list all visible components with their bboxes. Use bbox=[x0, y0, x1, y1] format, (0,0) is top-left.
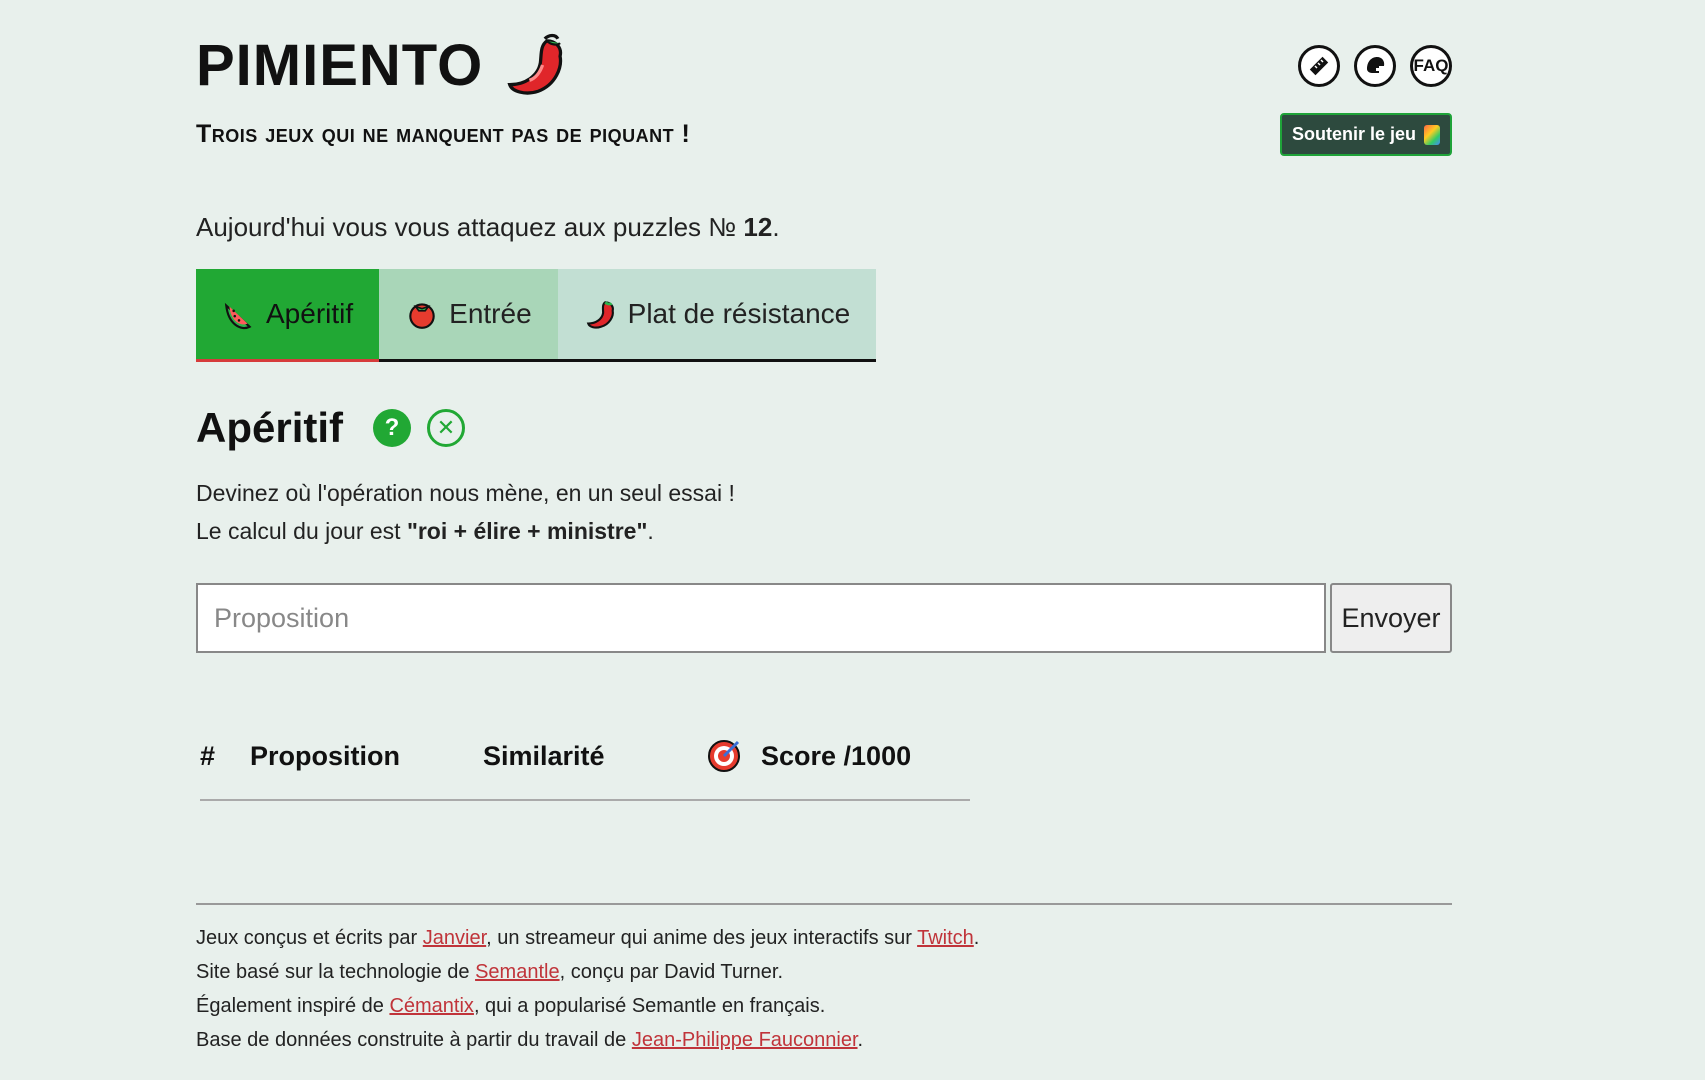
target-icon bbox=[706, 737, 742, 773]
help-icon[interactable]: ? bbox=[373, 409, 411, 447]
section-title: Apéritif ? ✕ bbox=[196, 404, 465, 452]
tab-plat[interactable]: Plat de résistance bbox=[557, 269, 877, 359]
intro-text: Aujourd'hui vous vous attaquez aux puzzl… bbox=[196, 212, 780, 243]
col-similarity: Similarité bbox=[483, 741, 605, 771]
footer-line-2: Site basé sur la technologie de Semantle… bbox=[196, 955, 1452, 989]
fauconnier-link[interactable]: Jean-Philippe Fauconnier bbox=[632, 1029, 858, 1051]
footer: Jeux conçus et écrits par Janvier, un st… bbox=[196, 903, 1452, 1057]
footer-line-1: Jeux conçus et écrits par Janvier, un st… bbox=[196, 921, 1452, 955]
intro-prefix: Aujourd'hui vous vous attaquez aux puzzl… bbox=[196, 212, 744, 242]
col-proposition: Proposition bbox=[250, 741, 400, 771]
semantle-link[interactable]: Semantle bbox=[475, 961, 560, 983]
footer-line-3: Également inspiré de Cémantix, qui a pop… bbox=[196, 989, 1452, 1023]
tab-entree[interactable]: Entrée bbox=[379, 269, 558, 359]
tab-entree-label: Entrée bbox=[449, 298, 532, 329]
footer-text: . bbox=[973, 927, 980, 949]
footer-line-4: Base de données construite à partir du t… bbox=[196, 1023, 1452, 1057]
janvier-link[interactable]: Janvier bbox=[423, 927, 486, 949]
tomato-icon bbox=[409, 303, 435, 329]
support-button[interactable]: Soutenir le jeu bbox=[1280, 113, 1452, 156]
footer-text: , conçu par David Turner. bbox=[559, 961, 784, 983]
puzzle-number: 12 bbox=[743, 212, 773, 242]
footer-text: . bbox=[857, 1029, 864, 1051]
puzzle-description: Devinez où l'opération nous mène, en un … bbox=[196, 474, 735, 550]
description-line-1: Devinez où l'opération nous mène, en un … bbox=[196, 480, 735, 506]
pepper-icon bbox=[507, 33, 563, 95]
footer-text: , un streameur qui anime des jeux intera… bbox=[486, 927, 918, 949]
site-title: PIMIENTO bbox=[196, 30, 571, 100]
col-hash: # bbox=[200, 741, 216, 771]
guess-input[interactable] bbox=[196, 583, 1326, 653]
send-button[interactable]: Envoyer bbox=[1330, 583, 1452, 653]
pepper-icon bbox=[586, 301, 614, 329]
top-icons: FAQ bbox=[1298, 45, 1452, 87]
col-score: Score /1000 bbox=[761, 741, 912, 771]
footer-text: Site basé sur la technologie de bbox=[196, 961, 476, 983]
footer-text: Base de données construite à partir du t… bbox=[196, 1029, 632, 1051]
description-line-2: Le calcul du jour est "roi + élire + min… bbox=[196, 512, 735, 550]
tagline: Trois jeux qui ne manquent pas de piquan… bbox=[196, 120, 691, 148]
watermelon-icon bbox=[224, 302, 252, 329]
line2-prefix: Le calcul du jour est bbox=[196, 518, 407, 544]
helmet-icon[interactable] bbox=[1354, 45, 1396, 87]
footer-text: , qui a popularisé Semantle en français. bbox=[473, 995, 826, 1017]
tab-plat-label: Plat de résistance bbox=[627, 298, 851, 329]
site-title-text: PIMIENTO bbox=[196, 32, 484, 98]
section-title-text: Apéritif bbox=[196, 404, 343, 451]
daily-calculation: "roi + élire + ministre" bbox=[406, 518, 648, 544]
close-icon[interactable]: ✕ bbox=[427, 409, 465, 447]
tab-bar: Apéritif Entrée Plat de résistance bbox=[196, 269, 877, 362]
line2-suffix: . bbox=[647, 518, 654, 544]
faq-icon[interactable]: FAQ bbox=[1410, 45, 1452, 87]
tab-aperitif[interactable]: Apéritif bbox=[196, 269, 380, 362]
tipeee-icon bbox=[1424, 124, 1441, 145]
intro-suffix: . bbox=[772, 212, 780, 242]
twitch-link[interactable]: Twitch bbox=[917, 927, 974, 949]
faq-label: FAQ bbox=[1413, 56, 1449, 75]
support-label: Soutenir le jeu bbox=[1291, 124, 1417, 144]
tab-aperitif-label: Apéritif bbox=[266, 298, 354, 329]
footer-text: Jeux conçus et écrits par bbox=[196, 927, 423, 949]
ruler-icon[interactable] bbox=[1298, 45, 1340, 87]
page: PIMIENTO Trois jeux qui ne manquent pas … bbox=[0, 0, 1705, 1080]
cemantix-link[interactable]: Cémantix bbox=[389, 995, 473, 1017]
guess-table-header: # Proposition Similarité Score /1000 bbox=[200, 735, 970, 801]
footer-text: Également inspiré de bbox=[196, 995, 390, 1017]
